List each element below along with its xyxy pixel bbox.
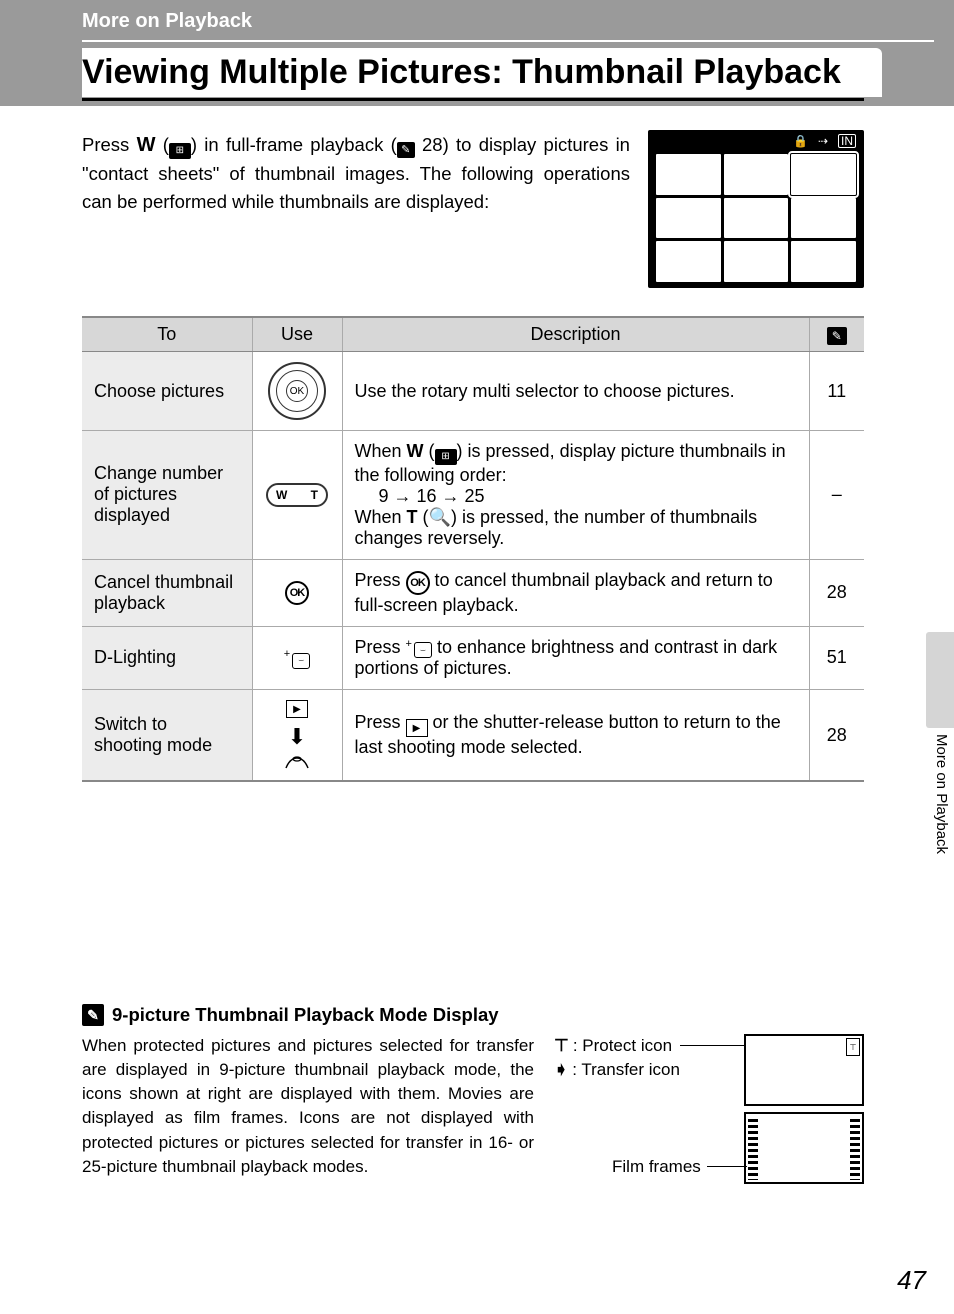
intro-paragraph: Press W (⊞) in full-frame playback (✎ 28… xyxy=(82,130,630,288)
thumbnail-grid-icon: ⊞ xyxy=(169,143,191,159)
ok-button-icon: OK xyxy=(285,581,309,605)
d-lighting-icon: +⌣ xyxy=(406,642,432,658)
title-rule xyxy=(82,98,864,101)
table-row: D-Lighting +⌣ Press +⌣ to enhance bright… xyxy=(82,626,864,690)
shutter-release-icon: ⬇ xyxy=(265,700,330,770)
breadcrumb: More on Playback xyxy=(0,0,954,33)
ok-button-icon: OK xyxy=(406,571,430,595)
picture-frame: ⊤ xyxy=(744,1034,864,1106)
subsection-paragraph: When protected pictures and pictures sel… xyxy=(82,1034,534,1179)
col-to: To xyxy=(82,317,252,352)
d-lighting-icon: +⌣ xyxy=(284,653,310,669)
film-frame xyxy=(744,1112,864,1184)
w-button-label: W xyxy=(137,134,156,156)
subsection-figure: ⊤: Protect icon ➧: Transfer icon ⊤ Film … xyxy=(554,1034,864,1179)
transfer-icon: ➧ xyxy=(554,1058,568,1082)
rotary-selector-icon: OK xyxy=(268,362,326,420)
playback-button-icon xyxy=(406,719,428,737)
col-description: Description xyxy=(342,317,809,352)
down-arrow-icon: ⬇ xyxy=(288,724,306,750)
note-icon: ✎ xyxy=(82,1004,104,1026)
header-band: More on Playback Viewing Multiple Pictur… xyxy=(0,0,954,106)
subsection-heading: 9-picture Thumbnail Playback Mode Displa… xyxy=(112,1004,499,1026)
table-row: Change number of pictures displayed WT W… xyxy=(82,431,864,560)
thumbnail-preview-illustration: 🔒 ⇢ IN xyxy=(648,130,864,288)
lock-icon: 🔒 xyxy=(793,134,808,148)
table-row: Cancel thumbnail playback OK Press OK to… xyxy=(82,559,864,626)
thumbnail-count-sequence: 9 → 16 → 25 xyxy=(355,486,797,507)
page-number: 47 xyxy=(897,1265,926,1296)
reference-icon: ✎ xyxy=(397,142,415,158)
protect-tag-icon: ⊤ xyxy=(846,1038,860,1056)
protect-icon: ⊤ xyxy=(554,1034,569,1058)
operations-table: To Use Description ✎ Choose pictures OK … xyxy=(82,316,864,782)
magnifier-icon: 🔍 xyxy=(429,507,451,527)
playback-button-icon xyxy=(286,700,308,718)
table-row: Choose pictures OK Use the rotary multi … xyxy=(82,352,864,431)
film-frames-label: Film frames xyxy=(612,1157,701,1177)
col-use: Use xyxy=(252,317,342,352)
internal-memory-icon: IN xyxy=(838,134,856,148)
col-reference: ✎ xyxy=(809,317,864,352)
side-tab-label: More on Playback xyxy=(933,734,950,854)
reference-icon: ✎ xyxy=(827,327,847,345)
content-area: Press W (⊞) in full-frame playback (✎ 28… xyxy=(0,106,954,782)
table-row: Switch to shooting mode ⬇ Press or the s… xyxy=(82,690,864,782)
side-tab xyxy=(926,632,954,728)
shutter-button-icon xyxy=(284,756,310,770)
zoom-toggle-icon: WT xyxy=(266,483,328,507)
header-underline xyxy=(82,40,934,42)
page-title: Viewing Multiple Pictures: Thumbnail Pla… xyxy=(82,48,882,97)
subsection: ✎ 9-picture Thumbnail Playback Mode Disp… xyxy=(82,1004,864,1179)
thumbnail-grid-icon: ⊞ xyxy=(435,449,457,465)
transfer-status-icon: ⇢ xyxy=(818,134,828,148)
